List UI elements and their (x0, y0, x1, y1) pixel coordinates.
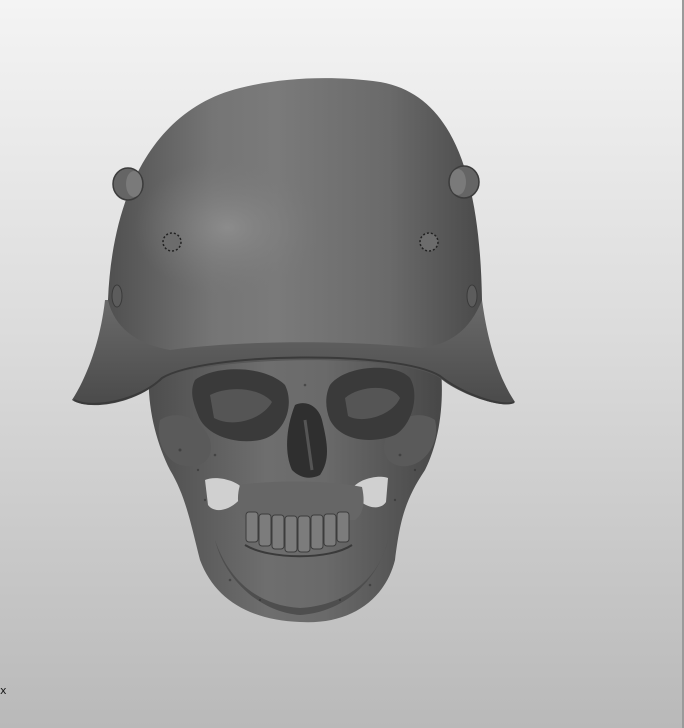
skull (148, 350, 442, 623)
helmet-lug-left (112, 167, 144, 201)
helmet-lug-right (448, 165, 480, 199)
helmet-side-bolt-right (466, 284, 478, 308)
3d-model-render[interactable] (0, 0, 684, 728)
helmet-rivet-left (162, 232, 182, 252)
helmet-rivet-right (419, 232, 439, 252)
helmet (72, 78, 515, 406)
axis-label-x: x (0, 684, 7, 697)
helmet-side-bolt-left (111, 284, 123, 308)
3d-viewport[interactable]: x (0, 0, 684, 728)
